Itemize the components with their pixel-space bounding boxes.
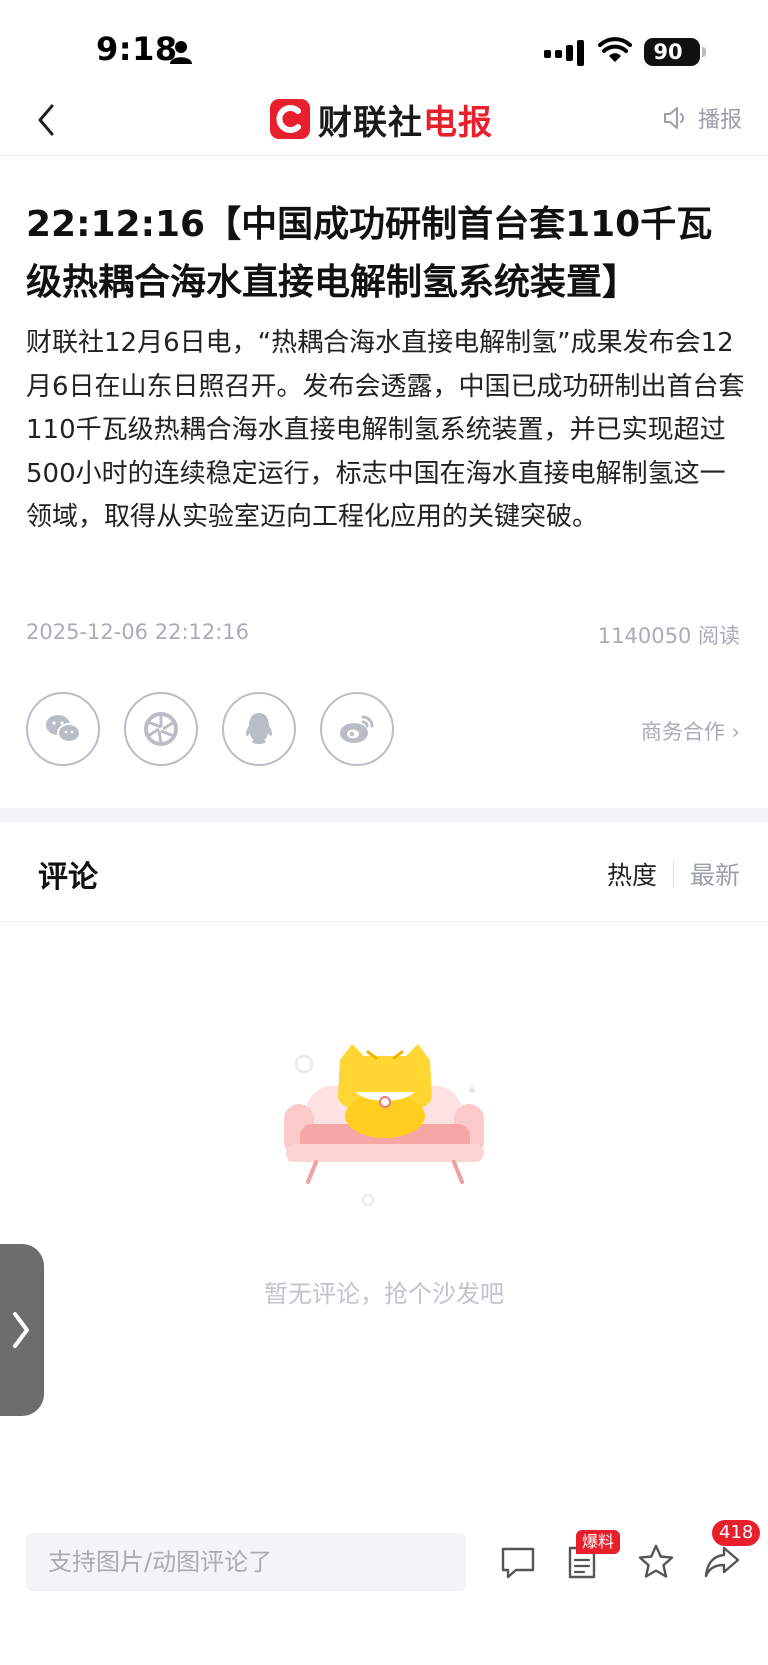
tab-divider [672, 860, 674, 888]
logo-text: 财联社 [318, 102, 423, 143]
comment-sort-tabs: 热度 最新 [607, 856, 740, 892]
broadcast-label: 播报 [697, 108, 742, 133]
speaker-icon [663, 107, 684, 129]
comments-header: 评论 热度 最新 [0, 822, 768, 922]
read-count-label: 阅读 [698, 624, 740, 648]
logo-c-icon [270, 99, 310, 139]
share-count-badge: 418 [712, 1520, 761, 1546]
qq-icon [245, 713, 273, 744]
status-time: 9:18 [96, 30, 178, 68]
star-icon[interactable] [636, 1542, 676, 1582]
status-bar: 9:18 90 [0, 0, 768, 96]
empty-comments-text: 暂无评论，抢个沙发吧 [264, 1280, 504, 1308]
empty-comments-illustration [284, 1044, 484, 1206]
article-title: 22:12:16【中国成功研制首台套110千瓦级热耦合海水直接电解制氢系统装置】 [26, 204, 713, 303]
read-count-value: 1140050 [597, 624, 692, 648]
back-icon[interactable] [34, 102, 58, 138]
share-moments-button[interactable] [124, 692, 198, 766]
side-expand-handle[interactable] [0, 1244, 44, 1416]
battery-indicator: 90 [644, 38, 706, 66]
logo-text-highlight: 电报 [423, 102, 493, 143]
comment-input[interactable] [26, 1533, 466, 1591]
comment-icon[interactable] [498, 1542, 538, 1582]
section-divider [0, 808, 768, 822]
share-row [26, 692, 418, 766]
tab-hot[interactable]: 热度 [607, 856, 657, 892]
broadcast-button[interactable]: 播报 [662, 102, 742, 134]
moments-icon [144, 712, 178, 746]
person-icon [170, 41, 192, 64]
tab-latest[interactable]: 最新 [690, 856, 740, 892]
app-logo: 财联社 电报 [270, 96, 493, 143]
share-wechat-button[interactable] [26, 692, 100, 766]
battery-nub [702, 47, 706, 57]
article-date: 2025-12-06 22:12:16 [26, 620, 250, 644]
signal-icon [544, 40, 584, 66]
wechat-icon [46, 715, 81, 743]
weibo-icon [340, 715, 374, 743]
nav-bar: 财联社 电报 播报 [0, 96, 768, 156]
wifi-icon [598, 37, 632, 62]
read-count: 1140050 阅读 [598, 620, 740, 650]
battery-level: 90 [653, 40, 683, 64]
share-icon[interactable] [702, 1542, 742, 1582]
share-weibo-button[interactable] [320, 692, 394, 766]
chevron-right-icon [13, 1312, 29, 1348]
burst-badge: 爆料 [576, 1530, 621, 1554]
business-cooperation-link[interactable]: 商务合作 › [641, 716, 740, 746]
share-qq-button[interactable] [222, 692, 296, 766]
bottom-action-bar: 爆料 418 [0, 1520, 768, 1620]
article-body: 财联社12月6日电，“热耦合海水直接电解制氢”成果发布会12月6日在山东日照召开… [26, 328, 745, 532]
comments-title: 评论 [38, 860, 98, 895]
